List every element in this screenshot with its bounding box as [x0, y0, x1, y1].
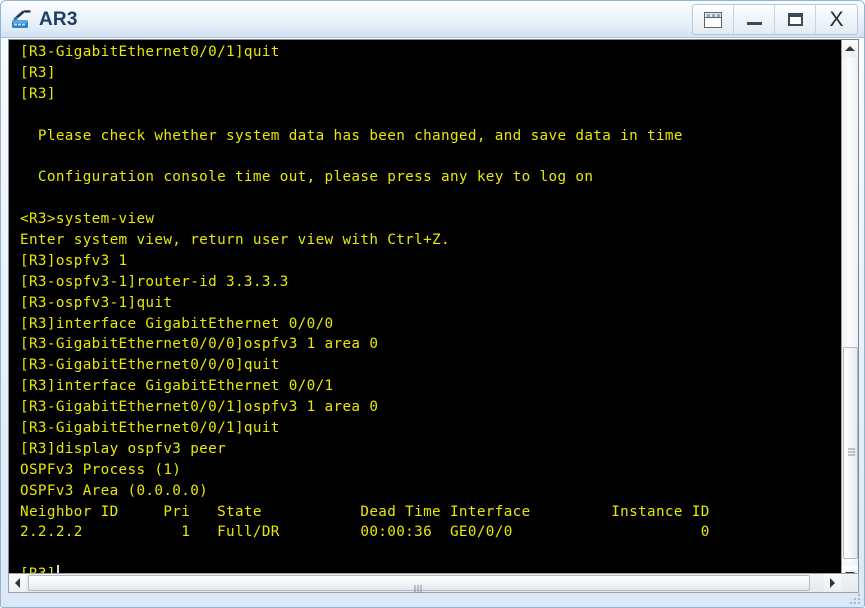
terminal-line: [R3-GigabitEthernet0/0/0]quit [20, 357, 280, 374]
terminal-line: [R3-ospfv3-1]router-id 3.3.3.3 [20, 273, 289, 290]
terminal-line: [R3]interface GigabitEthernet 0/0/1 [20, 378, 334, 395]
terminal-line: [R3]interface GigabitEthernet 0/0/0 [20, 315, 334, 332]
terminal-line: Please check whether system data has bee… [20, 127, 683, 144]
console-window: AR3 X [R3-GigabitEthernet0/0/1]quit [R3]… [0, 0, 865, 608]
terminal-line: OSPFv3 Area (0.0.0.0) [20, 482, 209, 499]
scroll-grip-icon [414, 580, 424, 593]
terminal-line: [R3] [20, 64, 56, 81]
minimize-icon [746, 22, 762, 25]
resize-grip-icon[interactable] [849, 593, 860, 604]
horizontal-scroll-thumb[interactable] [28, 575, 810, 593]
restore-window-icon [703, 11, 723, 28]
scroll-right-button[interactable] [824, 574, 841, 592]
close-button[interactable]: X [816, 5, 857, 34]
title-bar[interactable]: AR3 X [1, 1, 864, 38]
minimize-button[interactable] [734, 5, 775, 34]
scroll-up-button[interactable] [842, 40, 858, 57]
terminal-line: Neighbor ID Pri State Dead Time Interfac… [20, 503, 710, 520]
window-controls: X [692, 4, 858, 35]
terminal-line: Configuration console time out, please p… [20, 169, 594, 186]
terminal-line: <R3>system-view [20, 211, 155, 228]
terminal-line: [R3-GigabitEthernet0/0/1]ospfv3 1 area 0 [20, 399, 379, 416]
scroll-grip-icon [848, 448, 855, 458]
terminal-output: [R3-GigabitEthernet0/0/1]quit [R3] [R3] Pl… [20, 42, 842, 583]
arrow-right-icon [830, 578, 835, 588]
terminal-line: OSPFv3 Process (1) [20, 461, 182, 478]
terminal-line: [R3] [20, 85, 56, 102]
title-bar-left: AR3 [10, 5, 78, 35]
terminal-line: Enter system view, return user view with… [20, 232, 450, 249]
close-icon: X [829, 8, 844, 31]
horizontal-scrollbar[interactable] [8, 573, 859, 593]
terminal-line: [R3-ospfv3-1]quit [20, 294, 173, 311]
vertical-scrollbar[interactable] [841, 40, 858, 583]
router-icon [10, 8, 34, 32]
maximize-icon [787, 13, 803, 26]
terminal-line: [R3]display ospfv3 peer [20, 440, 227, 457]
window-title: AR3 [39, 9, 78, 30]
scroll-left-button[interactable] [9, 574, 26, 592]
terminal-line: [R3]ospfv3 1 [20, 252, 128, 269]
terminal-line: [R3-GigabitEthernet0/0/0]ospfv3 1 area 0 [20, 336, 379, 353]
arrow-left-icon [15, 578, 20, 588]
arrow-up-icon [845, 46, 855, 51]
terminal-line: [R3-GigabitEthernet0/0/1]quit [20, 44, 280, 60]
terminal-screen[interactable]: [R3-GigabitEthernet0/0/1]quit [R3] [R3] Pl… [9, 40, 842, 583]
terminal-line: [R3-GigabitEthernet0/0/1]quit [20, 420, 280, 437]
vertical-scroll-thumb[interactable] [843, 347, 858, 559]
restore-window-button[interactable] [693, 5, 734, 34]
maximize-button[interactable] [775, 5, 816, 34]
terminal-area: [R3-GigabitEthernet0/0/1]quit [R3] [R3] Pl… [8, 39, 859, 584]
terminal-line: 2.2.2.2 1 Full/DR 00:00:36 GE0/0/0 0 [20, 524, 710, 541]
